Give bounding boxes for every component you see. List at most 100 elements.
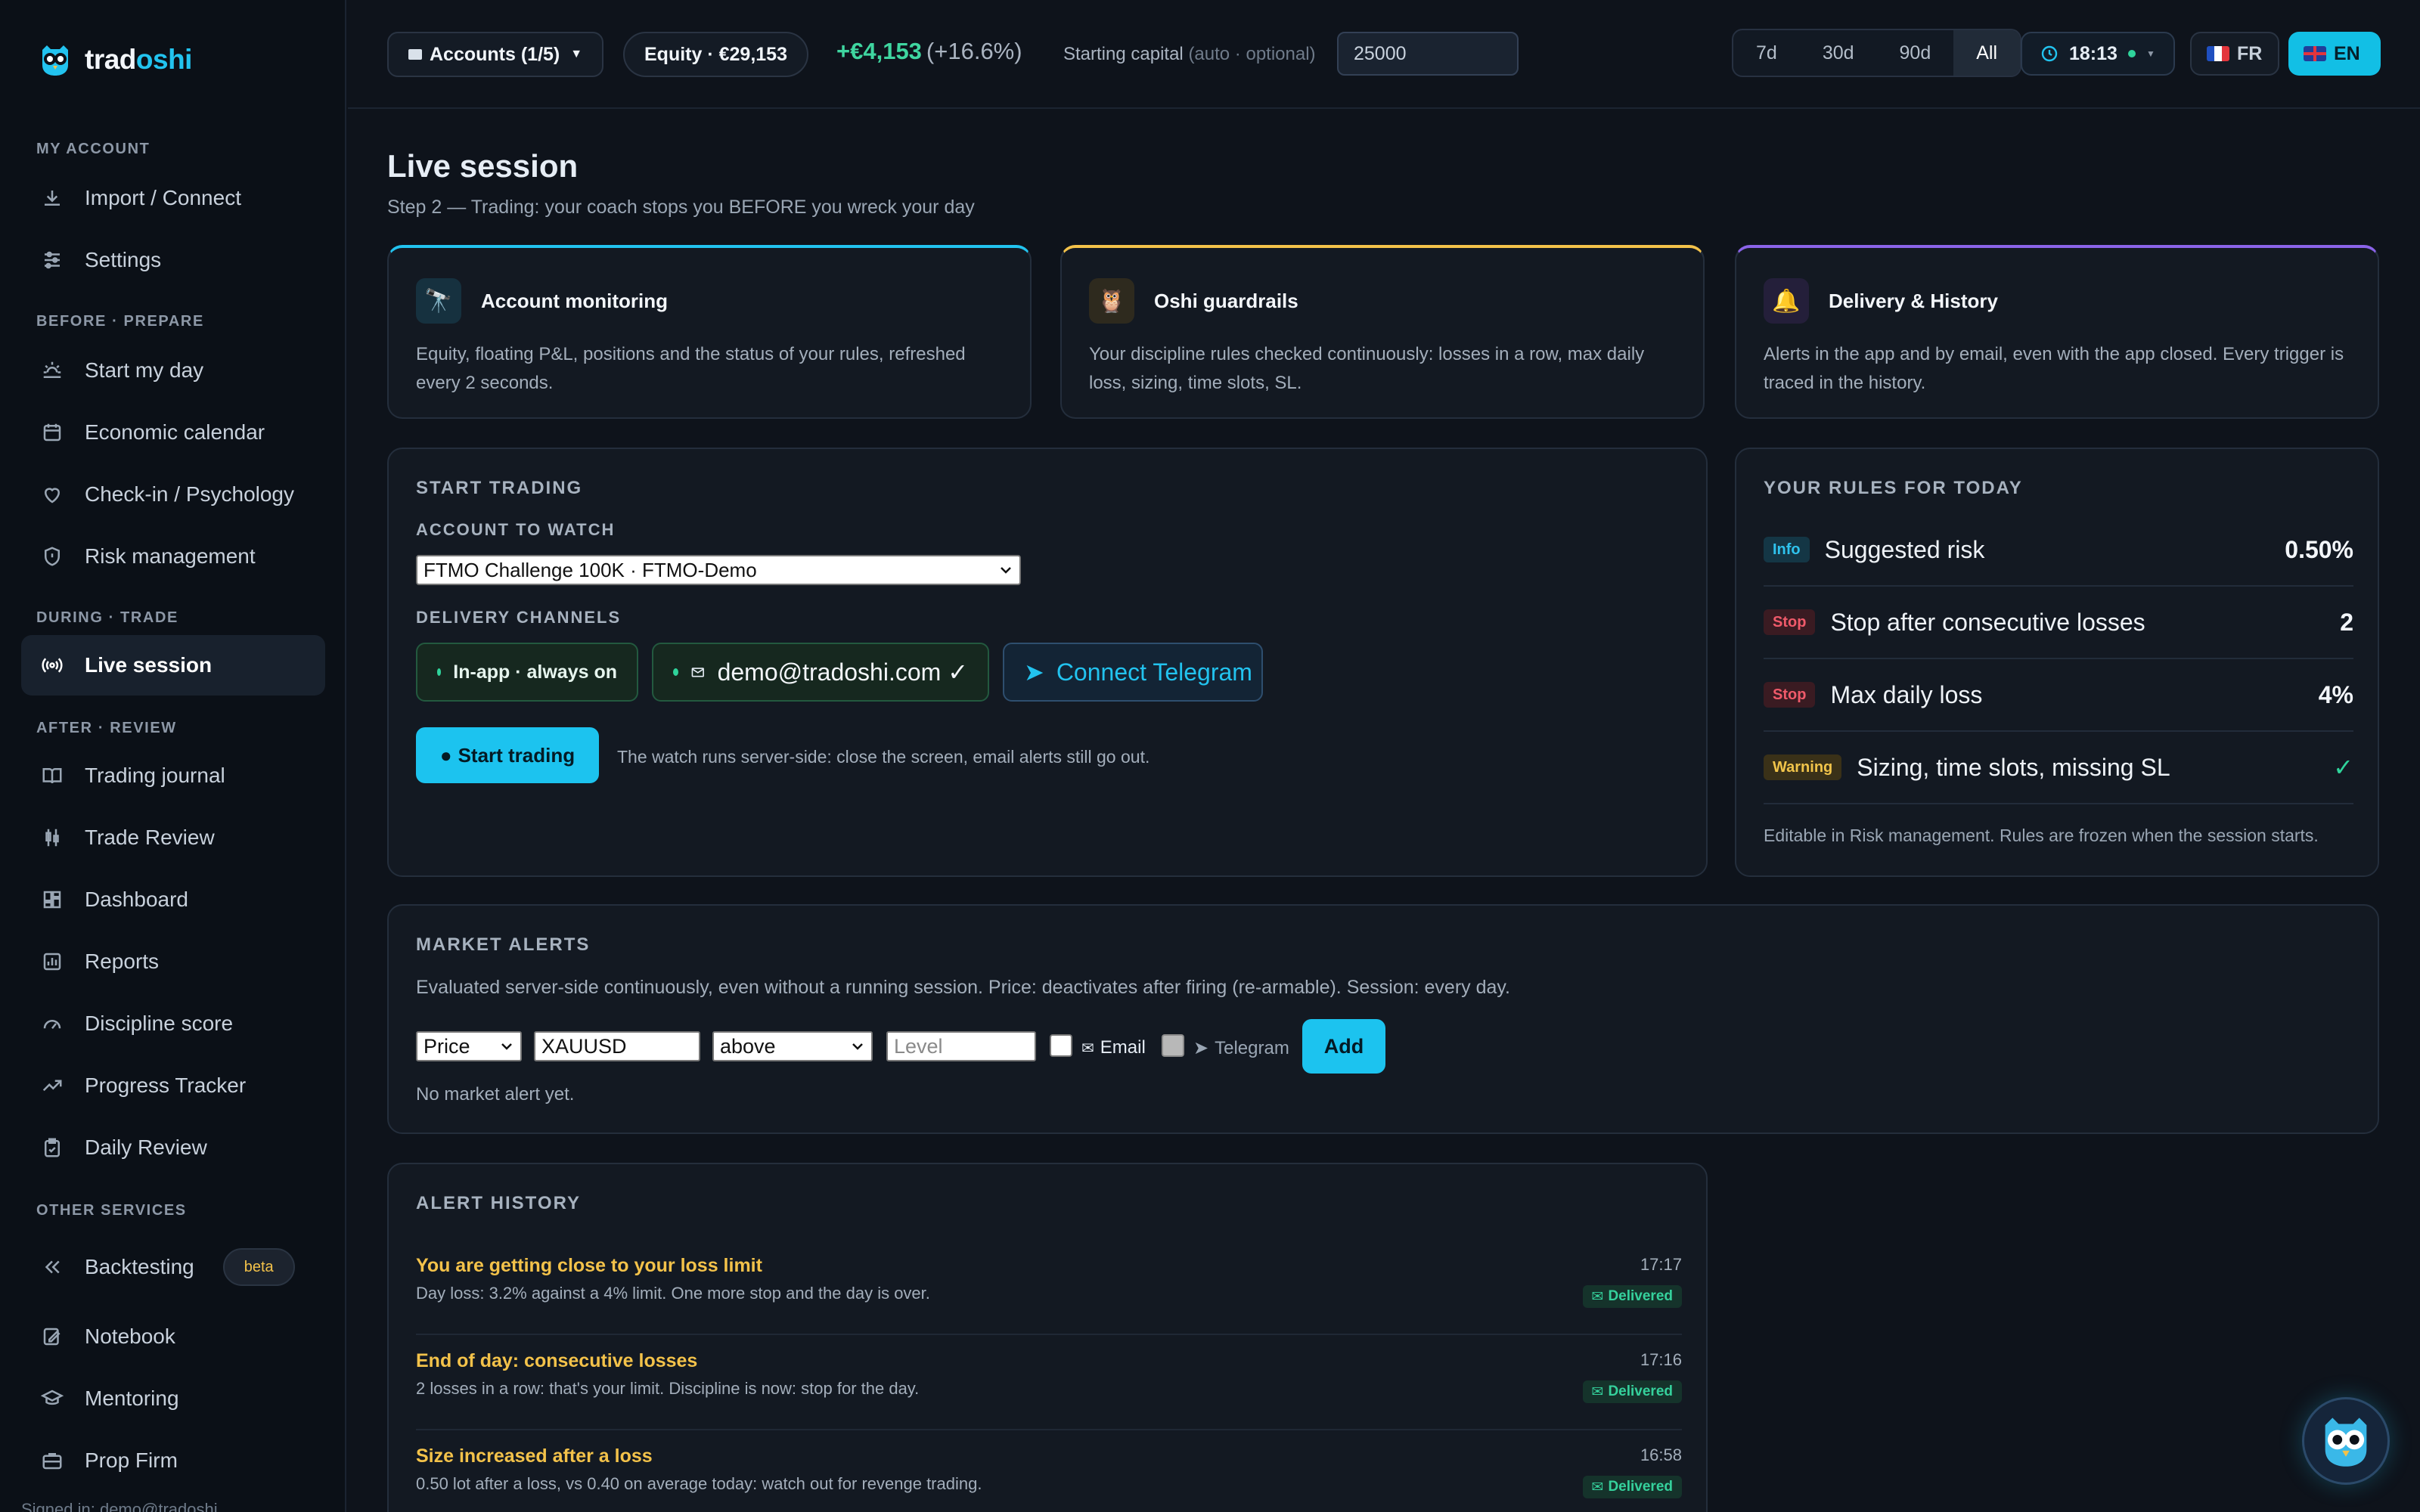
pnl-value: +€4,153 [836,38,922,64]
email-checkbox[interactable] [1050,1034,1072,1057]
starting-capital-hint: (auto · optional) [1188,44,1316,64]
sidebar-item-live-session[interactable]: Live session [21,635,325,696]
sidebar-item-backtesting[interactable]: Backtesting beta [21,1237,325,1297]
owl-assistant-button[interactable] [2302,1397,2390,1485]
range-30d[interactable]: 30d [1800,30,1877,76]
connect-telegram-label: Connect Telegram [1056,658,1252,686]
account-to-watch-label: ACCOUNT TO WATCH [416,520,616,539]
sidebar-item-import-connect[interactable]: Import / Connect [21,168,325,228]
history-item[interactable]: End of day: consecutive losses 2 losses … [416,1335,1682,1430]
sidebar-item-dashboard[interactable]: Dashboard [21,869,325,930]
start-trading-note: The watch runs server-side: close the sc… [617,747,1150,767]
rules-heading: YOUR RULES FOR TODAY [1764,478,2023,498]
symbol-input[interactable]: XAUUSD [534,1031,700,1061]
book-icon [39,763,65,789]
briefcase-icon [39,1448,65,1473]
sidebar-item-economic-calendar[interactable]: Economic calendar [21,402,325,463]
history-item[interactable]: Size increased after a loss 0.50 lot aft… [416,1430,1682,1512]
sidebar-item-check-in-psychology[interactable]: Check-in / Psychology [21,464,325,525]
sidebar-item-reports[interactable]: Reports [21,931,325,992]
email-option: ✉ Email [1081,1037,1146,1058]
reports-icon [39,949,65,974]
mail-icon: ✉ [1591,1288,1604,1305]
connect-telegram-button[interactable]: ➤ Connect Telegram [1003,643,1263,702]
sidebar-item-label: Trade Review [85,826,215,849]
sidebar-item-risk-management[interactable]: Risk management [21,526,325,587]
chevron-down-icon [501,1043,512,1050]
monitor-icon: 🔭 [416,278,461,324]
feature-card-oshi-guardrails: 🦉 Oshi guardrails Your discipline rules … [1060,245,1705,419]
graduation-icon [39,1386,65,1411]
accounts-dropdown[interactable]: Accounts (1/5) ▼ [387,32,604,77]
sidebar-item-start-my-day[interactable]: Start my day [21,340,325,401]
channel-email[interactable]: demo@tradoshi.com ✓ [652,643,989,702]
lang-fr-button[interactable]: FR [2190,32,2279,76]
status-label: Delivered [1608,1479,1673,1495]
accounts-label: Accounts (1/5) [430,43,560,65]
market-alerts-heading: MARKET ALERTS [416,934,591,955]
sidebar-item-label: Reports [85,950,160,973]
rule-badge: Info [1764,537,1810,562]
folder-icon [408,49,422,60]
email-label: Email [1100,1037,1146,1058]
pnl-display: +€4,153 (+16.6%) [836,38,1022,65]
sidebar-item-prop-firm[interactable]: Prop Firm [21,1430,325,1491]
sidebar-item-daily-review[interactable]: Daily Review [21,1117,325,1178]
account-select[interactable]: FTMO Challenge 100K · FTMO-Demo [416,555,1021,585]
status-label: Delivered [1608,1288,1673,1304]
chevron-down-icon [852,1043,863,1050]
sidebar-item-discipline-score[interactable]: Discipline score [21,993,325,1054]
starting-capital-text: Starting capital [1063,44,1184,64]
feature-title: Oshi guardrails [1154,289,1298,312]
sidebar-item-trade-review[interactable]: Trade Review [21,807,325,868]
sidebar-item-label: Notebook [85,1325,175,1348]
status-badge: ✉ Delivered [1582,1476,1682,1498]
lang-en-button[interactable]: EN [2288,32,2381,76]
lang-fr-label: FR [2237,42,2263,64]
page-title: Live session [387,148,579,184]
alert-history-heading: ALERT HISTORY [416,1193,582,1213]
market-alerts-card: MARKET ALERTS Evaluated server-side cont… [387,904,2379,1134]
owl-icon: 🦉 [1089,278,1134,324]
starting-capital-input[interactable] [1337,32,1519,76]
telegram-label: Telegram [1215,1037,1289,1058]
range-all[interactable]: All [1953,30,2021,76]
start-trading-button[interactable]: ● Start trading [416,727,599,783]
page-subtitle: Step 2 — Trading: your coach stops you B… [387,197,975,218]
condition-select[interactable]: above [712,1031,873,1061]
sidebar-section-my-account: MY ACCOUNT [36,141,150,157]
sidebar-section-during-trade: DURING · TRADE [36,609,178,626]
range-7d[interactable]: 7d [1733,30,1800,76]
history-text: 0.50 lot after a loss, vs 0.40 on averag… [416,1474,982,1493]
level-input[interactable]: Level [886,1031,1036,1061]
sidebar-item-notebook[interactable]: Notebook [21,1306,325,1367]
chevron-down-icon [1001,567,1011,574]
starting-capital-label: Starting capital (auto · optional) [1063,44,1316,65]
sidebar-item-mentoring[interactable]: Mentoring [21,1368,325,1429]
rule-row: Info Suggested risk 0.50% [1764,514,2353,587]
clipboard-icon [39,1135,65,1160]
gauge-icon [39,1011,65,1036]
alert-type-select[interactable]: Price [416,1031,522,1061]
history-text: Day loss: 3.2% against a 4% limit. One m… [416,1284,930,1303]
brand-logo[interactable]: tradoshi [38,42,192,77]
clock-icon [2041,45,2058,62]
sidebar-item-settings[interactable]: Settings [21,230,325,290]
sidebar-item-progress-tracker[interactable]: Progress Tracker [21,1055,325,1116]
signed-in-footer: Signed in: demo@tradoshi... [21,1500,231,1512]
sidebar-item-trading-journal[interactable]: Trading journal [21,745,325,806]
rule-row: Stop Stop after consecutive losses 2 [1764,587,2353,659]
broadcast-icon [39,652,65,678]
channel-in-app: In-app · always on [416,643,638,702]
caret-down-icon: ▼ [2145,48,2155,59]
level-placeholder: Level [894,1034,943,1058]
sidebar-item-label: Discipline score [85,1012,234,1035]
sidebar-item-label: Mentoring [85,1387,179,1410]
range-90d[interactable]: 90d [1877,30,1954,76]
history-item[interactable]: You are getting close to your loss limit… [416,1240,1682,1335]
delivery-channels-label: DELIVERY CHANNELS [416,608,622,627]
clock-pill[interactable]: 18:13 ▼ [2021,32,2175,76]
add-alert-button[interactable]: Add [1302,1019,1385,1074]
telegram-checkbox[interactable] [1162,1034,1184,1057]
feature-card-delivery-history: 🔔 Delivery & History Alerts in the app a… [1735,245,2379,419]
